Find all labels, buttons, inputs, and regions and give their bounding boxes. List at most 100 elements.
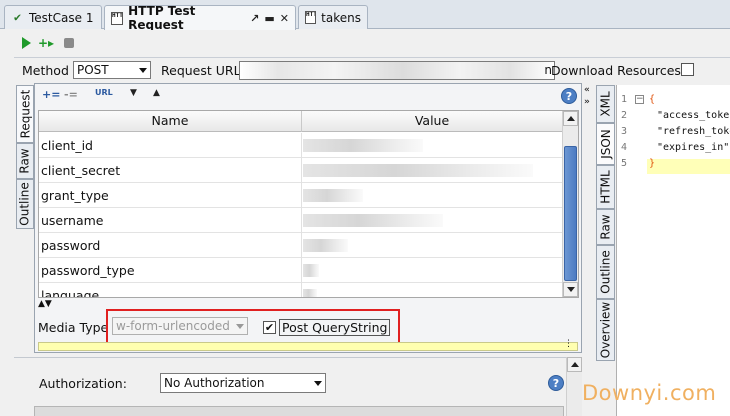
editor-tab-bar: ✔ TestCase 1 HTTP HTTP Test Request ↗ ▬ …	[0, 0, 730, 32]
authorization-select[interactable]: No Authorization	[160, 373, 326, 393]
method-label: Method	[22, 63, 69, 78]
tab-outline-label: Outline	[18, 182, 33, 226]
table-row[interactable]: password_type	[39, 258, 563, 283]
close-icon[interactable]: ✕	[280, 12, 289, 25]
param-name[interactable]: password	[41, 238, 100, 253]
authorization-label: Authorization:	[39, 376, 127, 391]
chevron-up-icon	[571, 362, 579, 367]
scroll-down-button[interactable]	[563, 282, 578, 297]
request-url-input[interactable]: n	[239, 61, 555, 80]
tab-outline-response[interactable]: Outline	[596, 245, 615, 299]
tab-html[interactable]: HTML	[596, 165, 615, 209]
remove-param-icon[interactable]: -=	[64, 88, 78, 101]
code-line: "expires_in": 36	[657, 142, 730, 153]
minimize-icon[interactable]: ▬	[264, 12, 274, 25]
line-number: 4	[621, 142, 628, 153]
column-divider	[301, 233, 302, 258]
param-value-redacted[interactable]	[303, 289, 317, 297]
param-name[interactable]: client_id	[41, 138, 93, 153]
tab-xml[interactable]: XML	[596, 85, 615, 123]
media-type-label: Media Type	[38, 320, 109, 335]
stop-icon	[64, 38, 74, 48]
help-icon[interactable]: ?	[548, 375, 564, 391]
param-value-redacted[interactable]	[303, 139, 423, 152]
tab-outline[interactable]: Outline	[16, 179, 34, 229]
tab-outline-response-label: Outline	[598, 250, 613, 294]
param-name[interactable]: password_type	[41, 263, 135, 278]
chevron-down-icon	[314, 381, 322, 386]
line-number: 2	[621, 110, 628, 121]
tab-html-label: HTML	[598, 170, 613, 204]
params-toolbar: += -= URL ▼ ▲ ?	[35, 84, 581, 108]
watermark-logo: Downyi.com	[582, 381, 717, 405]
param-name[interactable]: username	[41, 213, 104, 228]
column-header-value[interactable]: Value	[302, 111, 563, 132]
move-up-icon[interactable]: ▲	[153, 88, 160, 98]
method-value: POST	[77, 63, 109, 77]
http-icon: HTTP	[305, 11, 317, 24]
json-response-editor[interactable]: 1 2 3 4 5 − { "access_token" "refresh_to…	[616, 85, 730, 416]
resize-grip-icon[interactable]: ⋮	[564, 339, 573, 349]
move-down-icon[interactable]: ▼	[130, 88, 137, 98]
method-select[interactable]: POST	[73, 61, 151, 79]
line-number: 1	[621, 94, 628, 105]
play-icon	[21, 37, 31, 49]
tab-http-test-request[interactable]: HTTP HTTP Test Request ↗ ▬ ✕	[104, 4, 296, 32]
code-line: {	[649, 94, 656, 105]
download-resources-checkbox[interactable]	[681, 63, 694, 76]
add-param-icon[interactable]: +=	[42, 88, 60, 101]
param-value-redacted[interactable]	[303, 189, 363, 202]
column-divider	[301, 283, 302, 297]
code-line: }	[649, 158, 656, 169]
collapse-right-icon[interactable]: »	[584, 97, 590, 107]
http-icon: HTTP	[111, 11, 124, 25]
column-divider	[301, 208, 302, 233]
table-row[interactable]: language	[39, 283, 563, 297]
tab-testcase[interactable]: ✔ TestCase 1	[4, 5, 102, 29]
authorization-panel: Authorization: No Authorization ?	[14, 357, 582, 416]
tab-json[interactable]: JSON	[596, 123, 615, 165]
param-name[interactable]: client_secret	[41, 163, 120, 178]
splitter-arrows-icon[interactable]: ▲▼	[38, 299, 52, 309]
testcase-check-icon: ✔	[13, 11, 22, 24]
fold-toggle-icon[interactable]: −	[635, 95, 644, 104]
param-value-redacted[interactable]	[303, 214, 443, 227]
request-scrollbar[interactable]	[566, 357, 582, 416]
scroll-up-button[interactable]	[563, 111, 578, 126]
tab-takens[interactable]: HTTP takens	[298, 5, 368, 29]
table-row[interactable]: client_id	[39, 133, 563, 158]
run-button[interactable]	[19, 36, 33, 50]
table-row[interactable]: grant_type	[39, 183, 563, 208]
url-params-icon[interactable]: URL	[95, 88, 113, 97]
param-value-redacted[interactable]	[303, 264, 319, 277]
params-table-header: Name Value	[39, 111, 563, 132]
collapse-left-icon[interactable]: «	[584, 85, 590, 95]
line-number: 5	[621, 158, 628, 169]
help-icon[interactable]: ?	[561, 88, 577, 104]
table-row[interactable]: username	[39, 208, 563, 233]
param-value-redacted[interactable]	[303, 164, 533, 177]
table-row[interactable]: password	[39, 233, 563, 258]
params-scrollbar[interactable]	[562, 111, 578, 297]
code-line: "access_token"	[657, 110, 730, 121]
tab-raw[interactable]: Raw	[16, 143, 34, 179]
param-value-redacted[interactable]	[303, 239, 348, 252]
param-name[interactable]: language	[41, 288, 99, 297]
stop-button[interactable]	[62, 36, 76, 50]
column-header-name[interactable]: Name	[39, 111, 302, 132]
param-name[interactable]: grant_type	[41, 188, 109, 203]
add-assertion-button[interactable]: +▸	[37, 36, 55, 50]
tab-request[interactable]: Request	[16, 85, 34, 143]
panel-splitter[interactable]: « »	[582, 83, 594, 416]
scroll-up-button[interactable]	[567, 357, 582, 372]
tab-overview[interactable]: Overview	[596, 299, 615, 361]
pin-icon[interactable]: ↗	[250, 12, 259, 25]
tab-label: TestCase 1	[29, 10, 94, 25]
tab-raw-response[interactable]: Raw	[596, 209, 615, 245]
add-step-icon: +▸	[37, 36, 55, 50]
download-resources-label: Download Resources	[551, 63, 681, 78]
table-row[interactable]: client_secret	[39, 158, 563, 183]
tab-label: takens	[321, 10, 361, 25]
tab-request-label: Request	[18, 89, 32, 139]
scroll-thumb[interactable]	[564, 146, 577, 281]
